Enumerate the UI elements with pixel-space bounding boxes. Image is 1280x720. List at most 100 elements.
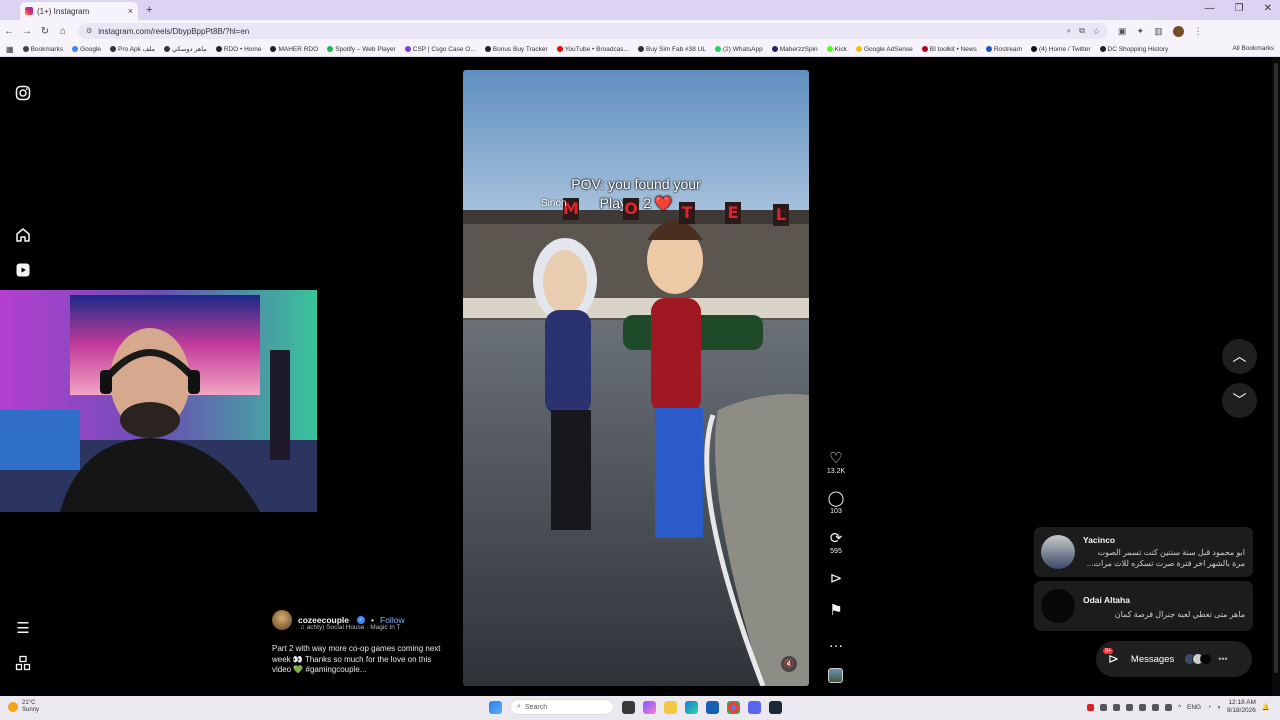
comment-button[interactable]: ◯ 103 xyxy=(822,491,850,516)
reel-video[interactable]: POV: you found your Player 2 ❤️ MOTEL Si… xyxy=(463,70,809,686)
menu-dots-icon[interactable]: ⋮ xyxy=(1194,26,1203,37)
back-icon[interactable]: ← xyxy=(0,26,18,37)
file-explorer-icon[interactable] xyxy=(664,700,677,714)
save-button[interactable]: ⚑ xyxy=(822,603,850,619)
scrollbar-thumb[interactable] xyxy=(1274,63,1278,673)
close-tab-icon[interactable]: × xyxy=(128,6,133,16)
tab-instagram[interactable]: (1+) Instagram × xyxy=(20,2,138,20)
bookmark-item[interactable]: Spotify – Web Player xyxy=(327,46,396,53)
bookmark-item[interactable]: MAHER RDO xyxy=(270,46,318,53)
weather-widget[interactable]: 21°C Sunny xyxy=(8,700,39,714)
bookmark-item[interactable]: Google xyxy=(72,46,101,53)
bookmark-item[interactable]: ماهر دوسكي xyxy=(164,45,207,53)
tray-app-icon[interactable] xyxy=(1138,703,1146,711)
bookmark-label: Google xyxy=(80,45,102,53)
audio-album-thumbnail[interactable] xyxy=(828,668,843,683)
new-tab-icon[interactable]: + xyxy=(146,4,152,16)
mute-icon[interactable]: 🔇 xyxy=(781,656,797,672)
bookmark-label: MAHER RDO xyxy=(278,45,319,53)
more-options-button[interactable]: … xyxy=(822,635,850,651)
tray-app-icon[interactable] xyxy=(1086,703,1094,711)
url-field[interactable]: ⚙ instagram.com/reels/DbypBppPt8B/?hl=en… xyxy=(78,23,1108,39)
reels-nav-icon[interactable] xyxy=(14,262,32,280)
message-notification-1[interactable]: Yacinco ابو محمود قبل سنة سنتين كنت تسمر… xyxy=(1034,527,1253,577)
home-nav-icon[interactable] xyxy=(14,227,32,245)
copilot-icon[interactable] xyxy=(643,700,656,714)
bookmark-item[interactable]: Bookmarks xyxy=(22,46,63,53)
taskbar-search[interactable]: ⌕ Search xyxy=(510,699,614,715)
tray-app-icon[interactable] xyxy=(1099,703,1107,711)
next-reel-button[interactable]: ﹀ xyxy=(1222,383,1257,418)
bookmark-label: RDO • Home xyxy=(223,45,262,53)
clock[interactable]: 12:18 AM 8/18/2026 xyxy=(1227,699,1256,715)
chrome-icon[interactable] xyxy=(727,700,740,714)
previous-reel-button[interactable]: ︿ xyxy=(1222,339,1257,374)
repost-button[interactable]: ⟳ 595 xyxy=(822,531,850,556)
steam-icon[interactable] xyxy=(769,700,782,714)
bookmark-item[interactable]: Rostream xyxy=(985,46,1022,53)
chevron-up-icon: ︿ xyxy=(1232,348,1247,364)
bookmark-star-icon[interactable]: ☆ xyxy=(1093,27,1100,36)
notification-bell-icon[interactable]: 🔔 xyxy=(1262,703,1270,711)
sender-avatar xyxy=(1041,589,1075,623)
share-button[interactable]: ⊳ xyxy=(822,571,850,587)
bookmark-item[interactable]: YouTube • Broadcas... xyxy=(556,46,629,53)
reload-icon[interactable]: ↻ xyxy=(36,26,54,37)
apps-icon[interactable]: ▦ xyxy=(6,45,14,54)
bookmark-favicon-icon xyxy=(110,46,117,52)
bookmark-item[interactable]: Pro Apk ملف xyxy=(110,45,155,53)
store-icon[interactable] xyxy=(706,700,719,714)
edge-icon[interactable] xyxy=(685,700,698,714)
like-button[interactable]: ♡ 13.2K xyxy=(822,451,850,476)
site-info-icon[interactable]: ⚙ xyxy=(86,27,92,35)
bookmark-item[interactable]: Google AdSense xyxy=(855,46,913,53)
page-scrollbar[interactable] xyxy=(1272,57,1280,696)
language-indicator[interactable]: ENG xyxy=(1187,704,1201,711)
forward-icon[interactable]: → xyxy=(18,26,36,37)
sidepanel-icon[interactable]: ▥ xyxy=(1154,26,1163,37)
more-menu-icon[interactable]: ☰ xyxy=(14,620,32,638)
profile-avatar[interactable] xyxy=(1172,25,1184,37)
discord-icon[interactable] xyxy=(748,700,761,714)
instagram-logo-icon[interactable] xyxy=(14,85,32,103)
audio-track[interactable]: ♫ achty) Social House · Magic In T xyxy=(300,624,401,631)
bookmark-favicon-icon xyxy=(484,46,491,52)
extension-icon[interactable]: ▣ xyxy=(1118,26,1127,37)
install-icon[interactable]: ⧉ xyxy=(1079,26,1085,36)
bookmark-item[interactable]: CSP | Csgo Case O... xyxy=(404,46,476,53)
bookmark-item[interactable]: (2) WhatsApp xyxy=(714,46,763,53)
message-notification-2[interactable]: Odai Altaha ماهر متى تعطي لعبة جنرال فرص… xyxy=(1034,581,1253,631)
address-bar-row: ← → ↻ ⌂ ⚙ instagram.com/reels/DbypBppPt8… xyxy=(0,20,1280,42)
bookmark-item[interactable]: (4) Home / Twitter xyxy=(1031,46,1091,53)
volume-icon[interactable]: ◖ xyxy=(1217,704,1221,711)
puzzle-icon[interactable]: ✦ xyxy=(1137,26,1145,37)
window-controls: — ❐ ✕ xyxy=(1205,3,1272,14)
bookmark-label: DC Shopping History xyxy=(1107,45,1169,53)
bookmark-item[interactable]: DC Shopping History xyxy=(1099,45,1169,53)
bookmark-favicon-icon xyxy=(72,46,79,52)
home-icon[interactable]: ⌂ xyxy=(54,26,72,37)
send-icon: ⊳ xyxy=(829,570,843,587)
bookmark-item[interactable]: RDO • Home xyxy=(215,45,262,53)
start-menu-icon[interactable] xyxy=(489,700,502,714)
author-avatar[interactable] xyxy=(272,610,292,630)
tray-app-icon[interactable] xyxy=(1112,703,1120,711)
tray-app-icon[interactable] xyxy=(1151,703,1159,711)
zoom-icon[interactable]: ⌕ xyxy=(1067,26,1071,36)
chevron-up-icon[interactable]: ^ xyxy=(1178,704,1181,711)
minimize-icon[interactable]: — xyxy=(1205,3,1215,14)
messages-button[interactable]: ⊳ 9+ Messages ••• xyxy=(1096,641,1252,677)
close-window-icon[interactable]: ✕ xyxy=(1264,3,1272,14)
bookmark-item[interactable]: Buy Sim Fab #38 UL xyxy=(637,46,706,53)
wifi-icon[interactable]: ◔ xyxy=(1207,704,1211,711)
tray-app-icon[interactable] xyxy=(1125,703,1133,711)
task-view-icon[interactable] xyxy=(622,700,635,714)
also-from-meta-icon[interactable] xyxy=(14,655,32,673)
bookmark-item[interactable]: MaherzzSpin xyxy=(771,46,818,53)
all-bookmarks-link[interactable]: All Bookmarks xyxy=(1232,45,1274,52)
bookmark-item[interactable]: Bonus Buy Tracker xyxy=(484,46,548,53)
tray-app-icon[interactable] xyxy=(1164,703,1172,711)
bookmark-item[interactable]: BI toolkit • News xyxy=(921,46,977,53)
bookmark-item[interactable]: Kick xyxy=(826,46,847,53)
maximize-icon[interactable]: ❐ xyxy=(1235,3,1244,14)
